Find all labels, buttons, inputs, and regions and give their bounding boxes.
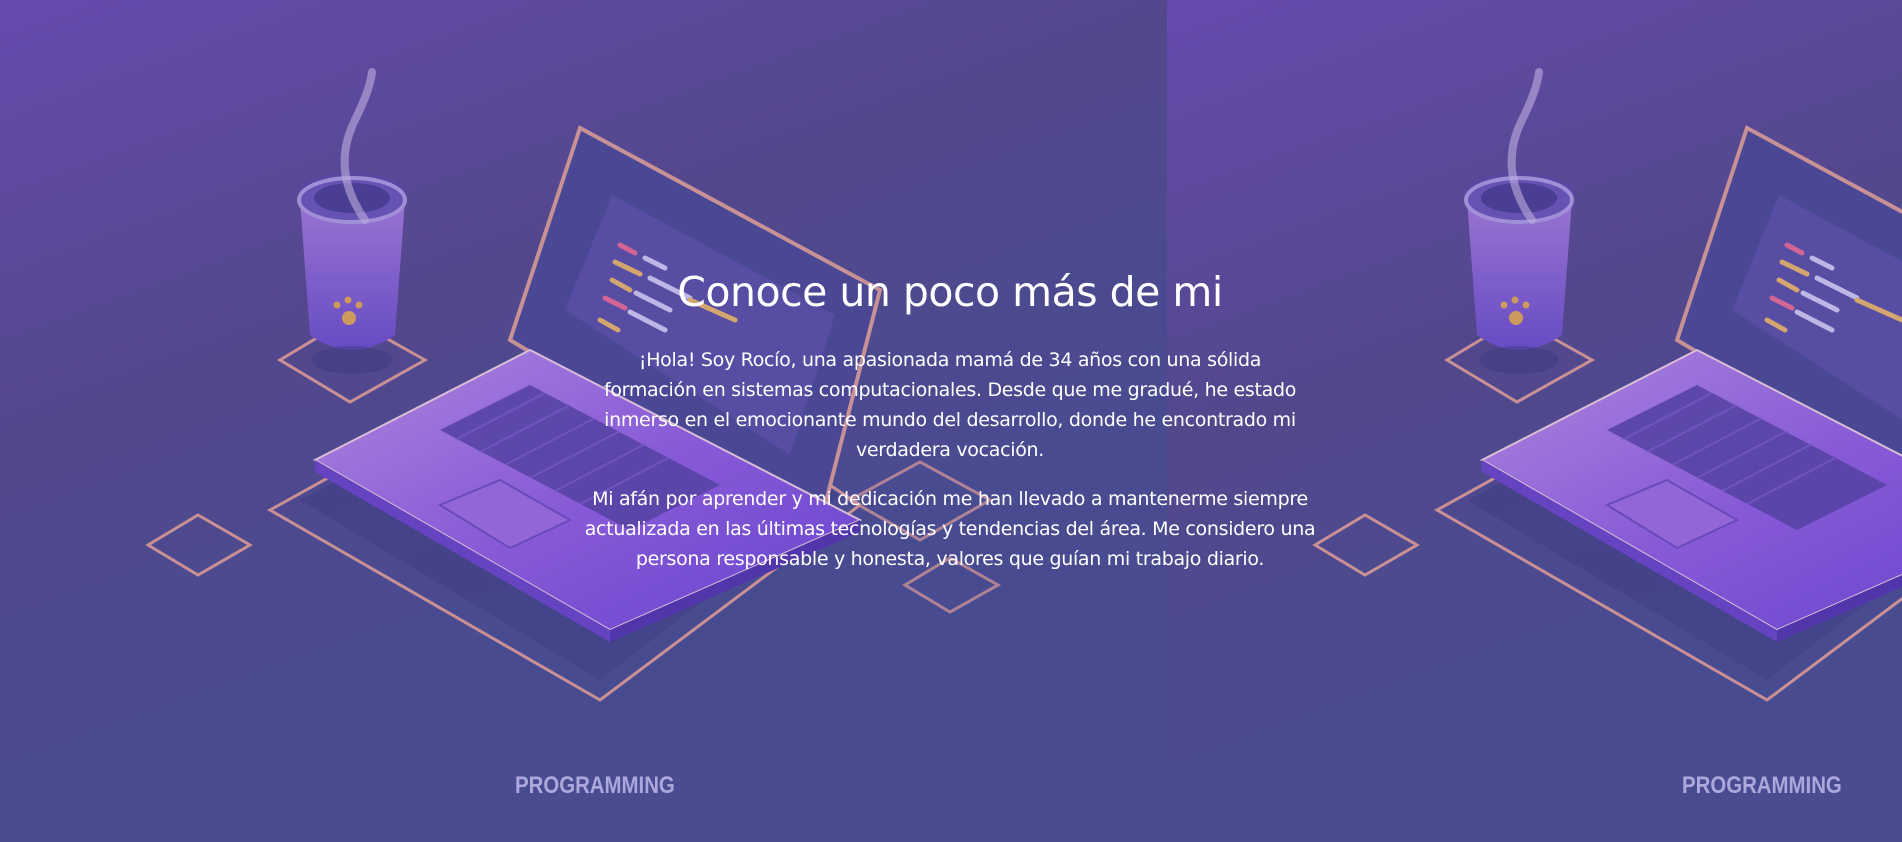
about-paragraph: ¡Hola! Soy Rocío, una apasionada mamá de… (603, 349, 1297, 461)
about-title: Conoce un poco más de mi (677, 268, 1223, 316)
about-section: Conoce un poco más de mi ¡Hola! Soy Rocí… (560, 265, 1340, 593)
about-paragraph: Mi afán por aprender y mi dedicación me … (584, 488, 1316, 570)
